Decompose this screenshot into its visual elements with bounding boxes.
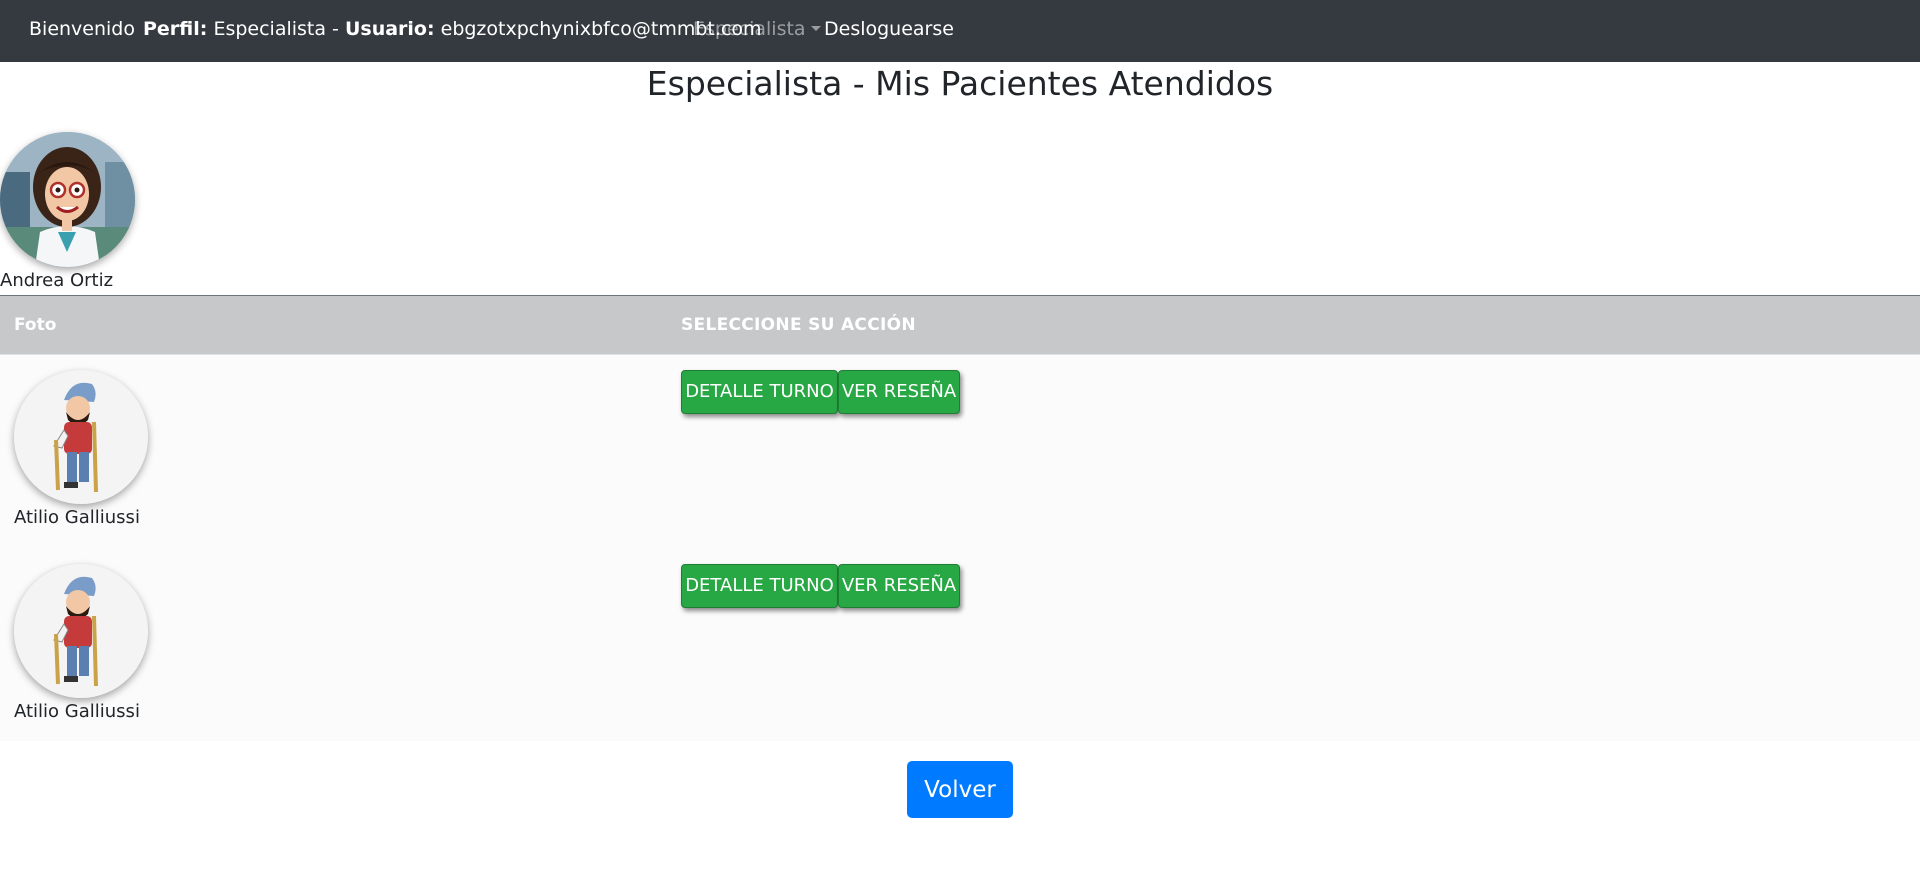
doctor-avatar — [0, 132, 135, 267]
back-button[interactable]: Volver — [907, 761, 1013, 818]
header-action: SELECCIONE SU ACCIÓN — [681, 315, 916, 335]
table-row: Atilio Galliussi DETALLE TURNO VER RESEÑ… — [0, 549, 1920, 743]
patient-avatar — [14, 370, 148, 504]
specialist-dropdown-label: Especialista — [693, 18, 806, 40]
table-header: Foto SELECCIONE SU ACCIÓN — [0, 295, 1920, 356]
patients-table-body: Atilio Galliussi DETALLE TURNO VER RESEÑ… — [0, 355, 1920, 741]
doctor-caricature-icon — [0, 132, 135, 267]
view-review-button[interactable]: VER RESEÑA — [838, 370, 960, 414]
patient-caricature-icon — [14, 370, 148, 504]
detail-appointment-button[interactable]: DETALLE TURNO — [681, 370, 838, 414]
patient-avatar — [14, 564, 148, 698]
patient-caricature-icon — [14, 564, 148, 698]
logout-link[interactable]: Desloguearse — [824, 18, 954, 40]
patient-name: Atilio Galliussi — [14, 507, 140, 528]
user-profile-info: Perfil: Especialista - Usuario: ebgzotxp… — [143, 18, 762, 40]
view-review-button[interactable]: VER RESEÑA — [838, 564, 960, 608]
profile-label: Perfil: — [143, 18, 208, 40]
top-navbar: Bienvenido Perfil: Especialista - Usuari… — [0, 0, 1920, 62]
profile-value: Especialista - — [213, 18, 339, 40]
table-row: Atilio Galliussi DETALLE TURNO VER RESEÑ… — [0, 355, 1920, 549]
specialist-dropdown[interactable]: Especialista — [693, 18, 821, 40]
detail-appointment-button[interactable]: DETALLE TURNO — [681, 564, 838, 608]
nav-welcome-link[interactable]: Bienvenido — [29, 18, 135, 40]
page-title: Especialista - Mis Pacientes Atendidos — [646, 64, 1274, 103]
patient-name: Atilio Galliussi — [14, 701, 140, 722]
doctor-name: Andrea Ortiz — [0, 270, 114, 291]
header-foto: Foto — [14, 315, 57, 335]
user-label: Usuario: — [344, 18, 435, 40]
caret-down-icon — [810, 26, 821, 31]
